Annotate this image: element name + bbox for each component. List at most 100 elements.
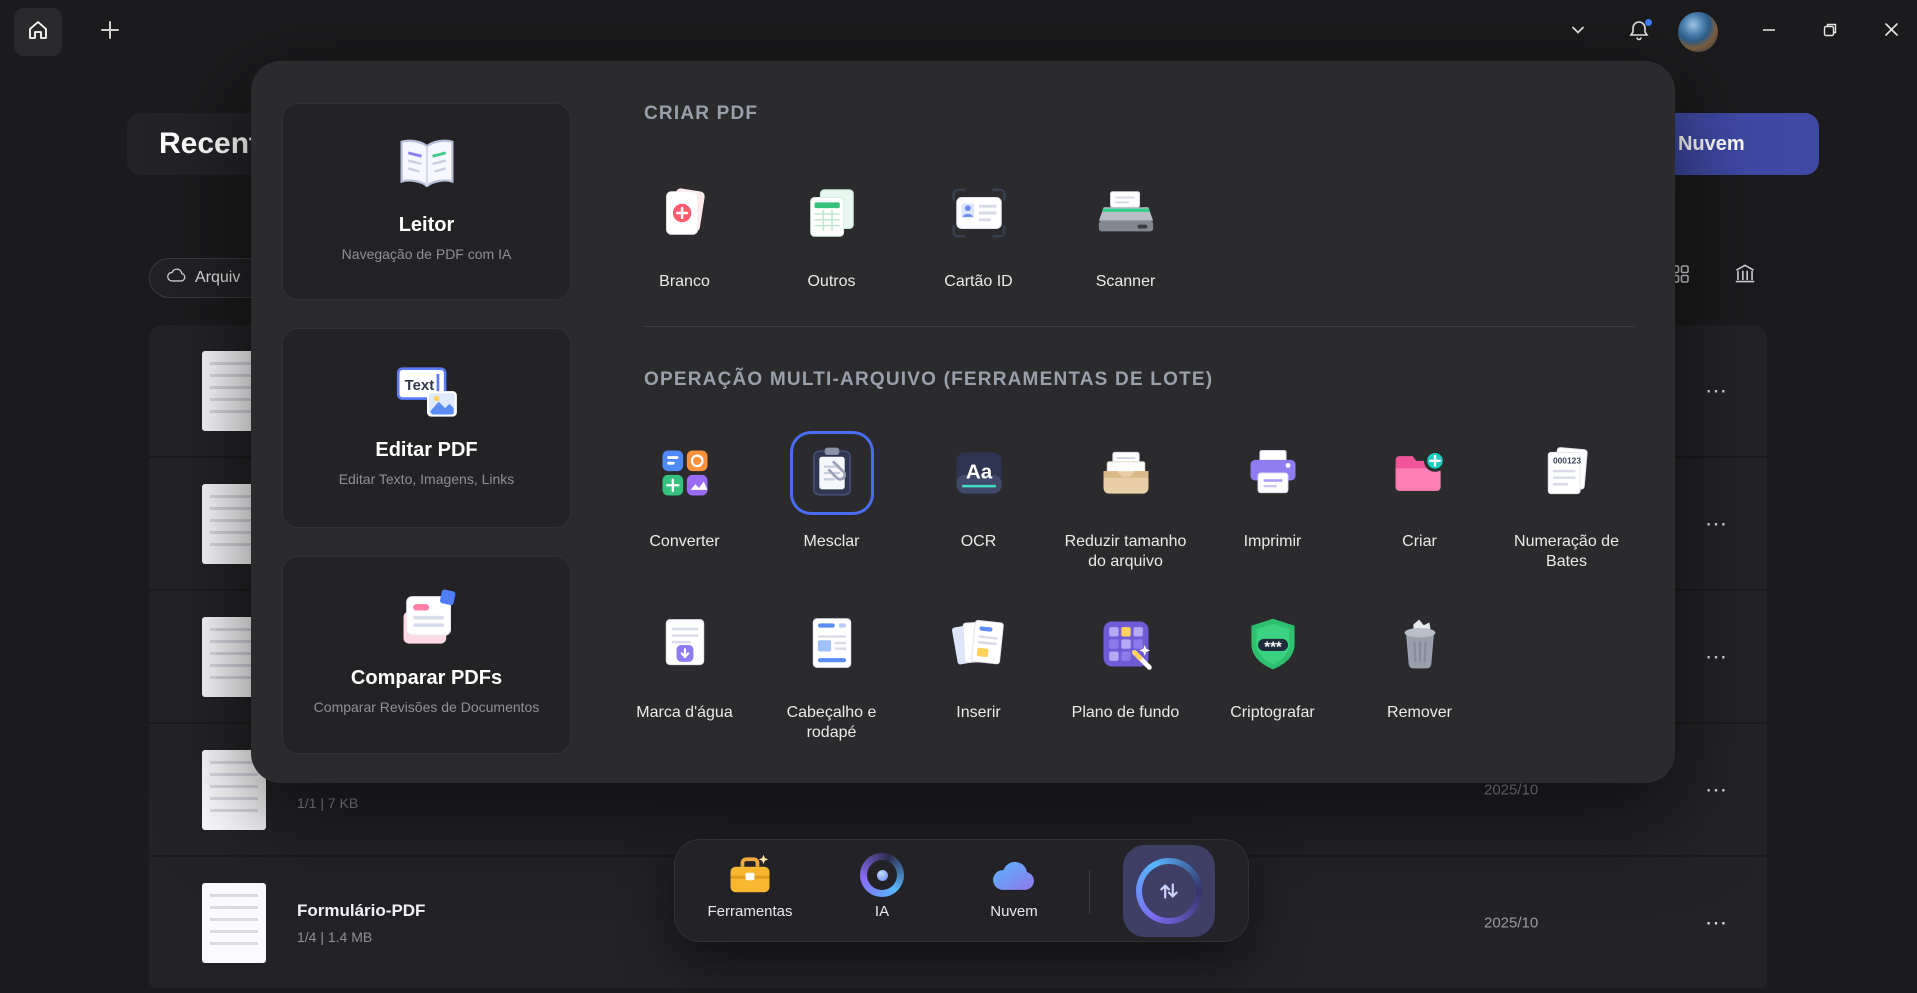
cloud-filter-icon	[166, 268, 186, 288]
ellipsis-icon: ⋯	[1705, 909, 1727, 935]
dock-label: IA	[874, 903, 890, 920]
compress-icon	[1087, 434, 1165, 512]
tool-label: Remover	[1387, 704, 1452, 721]
merge-icon	[793, 434, 871, 512]
print-icon	[1234, 434, 1312, 512]
tool-label: Outros	[807, 273, 856, 290]
tool-bates[interactable]: 000123 Numeração de Bates	[1493, 434, 1640, 572]
tool-merge[interactable]: Mesclar	[758, 434, 905, 572]
tool-label: Numeração de Bates	[1514, 533, 1619, 570]
file-name: Formulário-PDF	[297, 900, 426, 920]
tool-converter[interactable]: Converter	[611, 434, 758, 572]
tool-label: Branco	[659, 273, 710, 290]
reader-card-title: Leitor	[398, 214, 455, 236]
tool-label: Cabeçalho e rodapé	[786, 704, 877, 741]
dock-item-tools[interactable]: Ferramentas	[700, 851, 800, 920]
svg-text:***: ***	[1264, 639, 1282, 656]
row-menu-button[interactable]: ⋯	[1694, 901, 1738, 945]
reader-card[interactable]: Leitor Navegação de PDF com IA	[282, 103, 571, 300]
tool-remove[interactable]: Remover	[1346, 605, 1493, 743]
background-icon	[1087, 605, 1165, 683]
close-button[interactable]	[1871, 12, 1911, 52]
svg-text:000123: 000123	[1552, 456, 1580, 466]
edit-pdf-card-title: Editar PDF	[375, 439, 478, 461]
cloud-icon	[989, 851, 1039, 899]
batch-grid-row2: Marca d'água Cabeçalho e rodapé Inserir …	[611, 605, 1640, 743]
minimize-button[interactable]	[1749, 12, 1789, 52]
book-icon	[390, 126, 464, 204]
tool-insert[interactable]: Inserir	[905, 605, 1052, 743]
scanner-icon	[1087, 174, 1165, 252]
tool-watermark[interactable]: Marca d'água	[611, 605, 758, 743]
tool-label: Reduzir tamanho do arquivo	[1064, 533, 1187, 570]
edit-pdf-card-subtitle: Editar Texto, Imagens, Links	[338, 471, 515, 487]
filter-label: Arquiv	[195, 269, 241, 286]
tool-encrypt[interactable]: *** Criptografar	[1199, 605, 1346, 743]
dropdown-chevron-button[interactable]	[1558, 12, 1598, 52]
batch-grid-row1: Converter Mesclar Aa OCR Reduzir tamanho…	[611, 434, 1640, 572]
row-menu-button[interactable]: ⋯	[1694, 635, 1738, 679]
row-menu-button[interactable]: ⋯	[1694, 768, 1738, 812]
tool-blank[interactable]: Branco	[611, 174, 758, 292]
bates-icon: 000123	[1528, 434, 1606, 512]
restore-button[interactable]	[1810, 12, 1850, 52]
file-meta: 1/4 | 1.4 MB	[297, 928, 373, 945]
tools-mega-panel: Leitor Navegação de PDF com IA Text Edit…	[251, 61, 1675, 783]
avatar[interactable]	[1678, 12, 1718, 52]
ellipsis-icon: ⋯	[1705, 776, 1727, 802]
section-divider	[644, 326, 1634, 327]
tool-label: Scanner	[1095, 273, 1156, 290]
home-icon	[26, 18, 50, 47]
tool-scanner[interactable]: Scanner	[1052, 174, 1199, 292]
tool-header-footer[interactable]: Cabeçalho e rodapé	[758, 605, 905, 743]
dock-label: Ferramentas	[707, 903, 793, 920]
compare-pdfs-card-subtitle: Comparar Revisões de Documentos	[313, 699, 540, 715]
new-tab-button[interactable]	[96, 18, 124, 46]
bottom-dock: Ferramentas IA Nuvem	[674, 839, 1249, 942]
plus-icon	[99, 19, 121, 46]
app-window: Recentes a Nuvem Arquiv ⋯ ⋯ ⋯ 1/1 | 7 KB…	[0, 0, 1917, 993]
tool-print[interactable]: Imprimir	[1199, 434, 1346, 572]
library-view-icon	[1732, 261, 1758, 292]
file-date: 2025/10	[1484, 914, 1539, 931]
ocr-icon: Aa	[940, 434, 1018, 512]
dock-item-cloud[interactable]: Nuvem	[964, 851, 1064, 920]
tool-ocr[interactable]: Aa OCR	[905, 434, 1052, 572]
tool-label: Imprimir	[1243, 533, 1302, 550]
edit-pdf-card[interactable]: Text Editar PDF Editar Texto, Imagens, L…	[282, 328, 571, 528]
insert-icon	[940, 605, 1018, 683]
reader-card-subtitle: Navegação de PDF com IA	[341, 246, 512, 262]
row-menu-button[interactable]: ⋯	[1694, 369, 1738, 413]
library-view-button[interactable]	[1725, 256, 1765, 296]
id-card-icon	[940, 174, 1018, 252]
converter-icon	[646, 434, 724, 512]
dock-label: Nuvem	[990, 903, 1038, 920]
restore-icon	[1822, 22, 1838, 43]
file-thumbnail	[202, 882, 266, 963]
row-menu-button[interactable]: ⋯	[1694, 502, 1738, 546]
compare-pdfs-card[interactable]: Comparar PDFs Comparar Revisões de Docum…	[282, 556, 571, 754]
tool-label: Converter	[649, 533, 720, 550]
dock-item-ai[interactable]: IA	[832, 851, 932, 920]
home-button[interactable]	[14, 8, 62, 56]
tool-create[interactable]: Criar	[1346, 434, 1493, 572]
tool-background[interactable]: Plano de fundo	[1052, 605, 1199, 743]
create-pdf-header: CRIAR PDF	[644, 103, 759, 124]
sync-button[interactable]	[1123, 845, 1215, 937]
create-folder-icon	[1381, 434, 1459, 512]
notifications-button[interactable]	[1619, 12, 1659, 52]
file-date: 2025/10	[1484, 781, 1539, 798]
tool-compress[interactable]: Reduzir tamanho do arquivo	[1052, 434, 1199, 572]
chevron-down-icon	[1569, 21, 1587, 44]
sync-ring-icon	[1136, 858, 1202, 924]
tool-others[interactable]: Outros	[758, 174, 905, 292]
dock-divider	[1089, 870, 1090, 914]
ai-orb-icon	[860, 851, 904, 899]
tool-id-card[interactable]: Cartão ID	[905, 174, 1052, 292]
minimize-icon	[1761, 22, 1777, 43]
watermark-icon	[646, 605, 724, 683]
batch-section-header: OPERAÇÃO MULTI-ARQUIVO (FERRAMENTAS DE L…	[644, 369, 1214, 390]
others-icon	[793, 174, 871, 252]
ellipsis-icon: ⋯	[1705, 510, 1727, 536]
header-footer-icon	[793, 605, 871, 683]
